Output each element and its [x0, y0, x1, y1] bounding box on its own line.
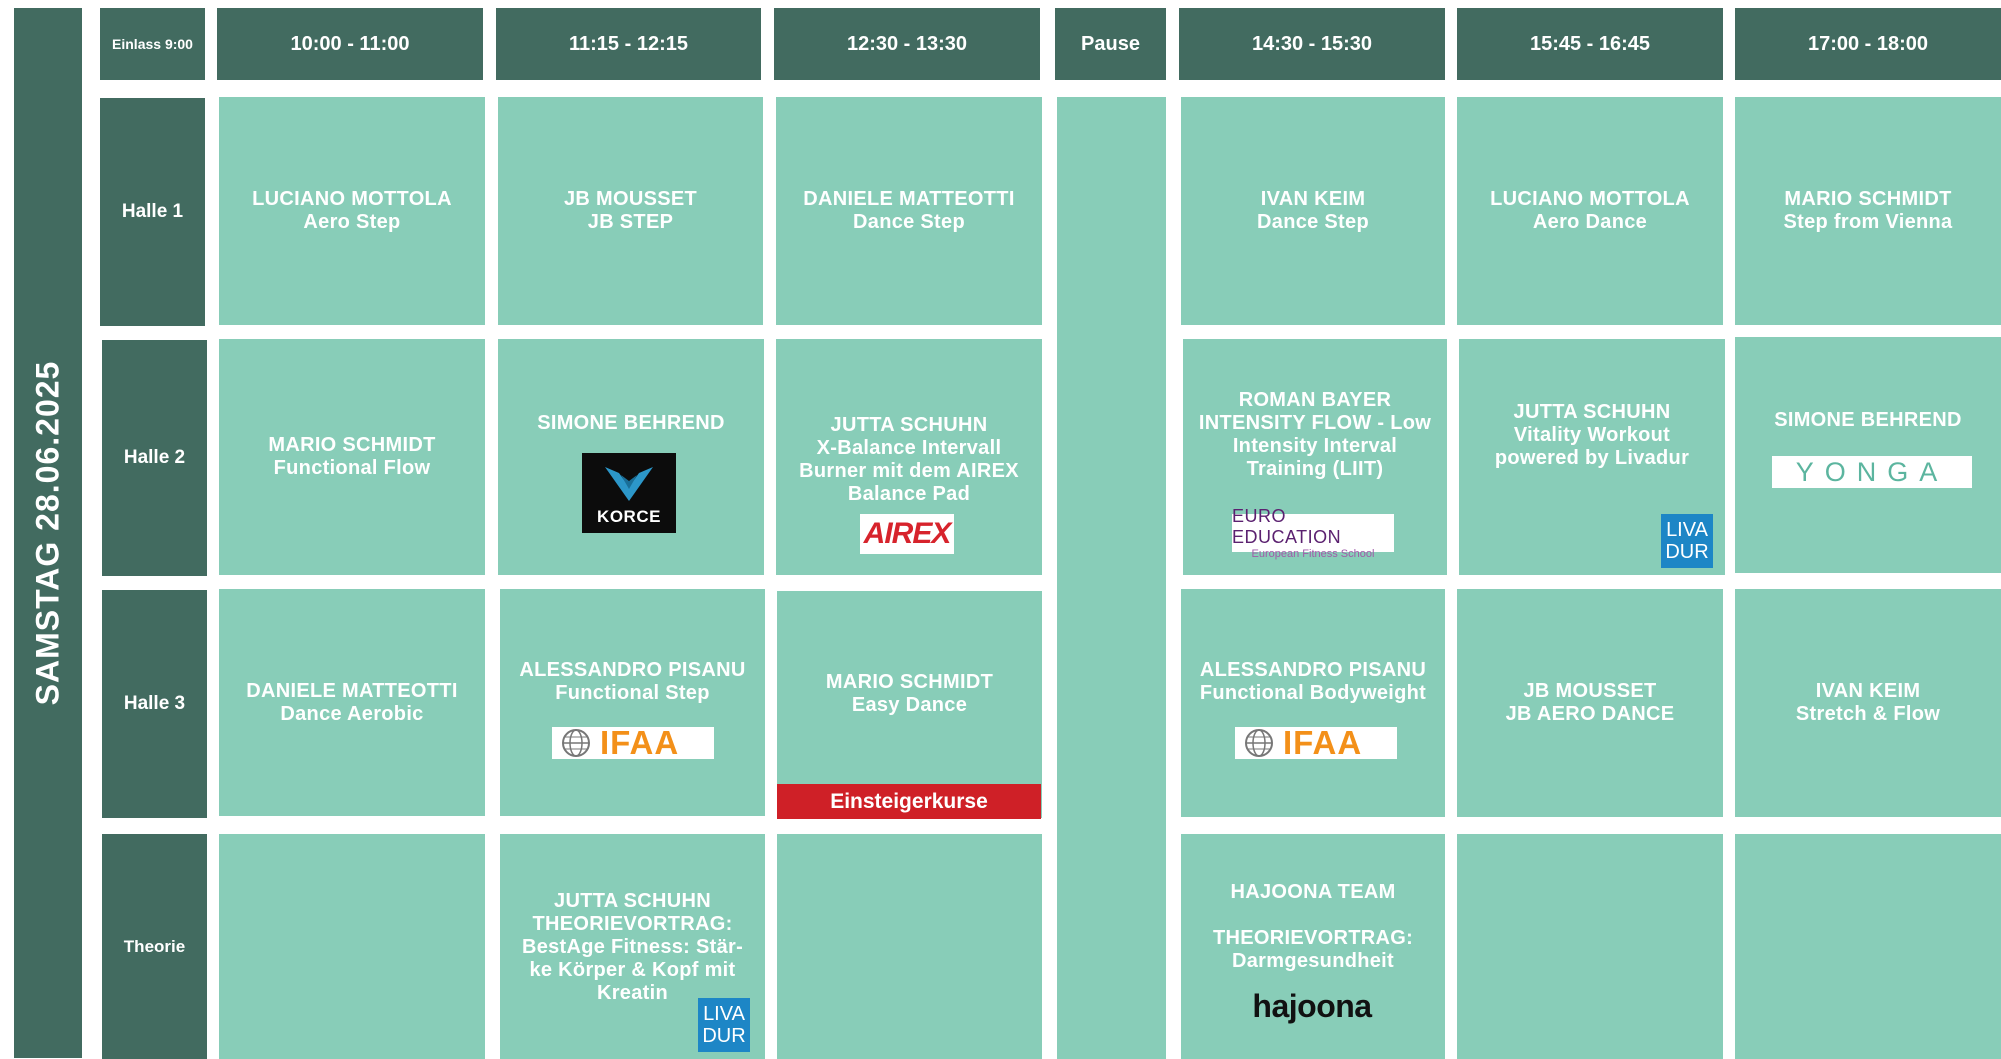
- session-title: Dance Step: [1257, 211, 1369, 233]
- hall-label-1: Halle 1: [100, 98, 205, 326]
- session-cell-empty: [1457, 834, 1723, 1059]
- session-cell[interactable]: DANIELE MATTEOTTI Dance Step: [776, 97, 1042, 325]
- session-cell[interactable]: IVAN KEIM Stretch & Flow: [1735, 589, 2001, 817]
- einsteigerkurse-badge: Einsteigerkurse: [777, 784, 1041, 819]
- time-header-4: 14:30 - 15:30: [1179, 8, 1445, 80]
- pause-header: Pause: [1055, 8, 1166, 80]
- session-cell-empty: [777, 834, 1042, 1059]
- session-title: Functional Flow: [273, 457, 431, 479]
- session-cell[interactable]: JB MOUSSET JB AERO DANCE: [1457, 589, 1723, 817]
- trainer-name: JB MOUSSET: [1523, 680, 1657, 702]
- time-header-6: 17:00 - 18:00: [1735, 8, 2001, 80]
- trainer-name: MARIO SCHMIDT: [1784, 188, 1952, 210]
- session-title: Dance Aerobic: [280, 702, 424, 725]
- trainer-name: JUTTA SCHUHN: [830, 414, 988, 436]
- trainer-name: ALESSANDRO PISANU: [1199, 659, 1427, 681]
- korce-wing-icon: [605, 467, 653, 501]
- session-title: Functional Step: [555, 682, 710, 704]
- session-title: THEORIEVORTRAG: Darmgesundheit: [1212, 927, 1414, 972]
- time-header-1: 10:00 - 11:00: [217, 8, 483, 80]
- livadur-logo: LIVA DUR: [698, 998, 750, 1052]
- session-title: X-Balance Intervall Burner mit dem AIREX…: [799, 437, 1019, 505]
- session-title: Easy Dance: [851, 694, 968, 716]
- trainer-name: MARIO SCHMIDT: [268, 434, 436, 456]
- ifaa-logo: IFAA: [1235, 724, 1397, 761]
- livadur-logo: LIVA DUR: [1661, 514, 1713, 568]
- time-header-5: 15:45 - 16:45: [1457, 8, 1723, 80]
- pause-column: [1057, 97, 1166, 1059]
- day-label: SAMSTAG 28.06.2025: [14, 8, 82, 1058]
- trainer-name: JUTTA SCHUHN: [554, 890, 711, 912]
- trainer-name: JB MOUSSET: [563, 188, 698, 210]
- session-title: INTENSITY FLOW - Low Intensity Interval …: [1198, 412, 1432, 480]
- session-title: Functional Bodyweight: [1199, 682, 1427, 704]
- session-title: Aero Step: [303, 211, 401, 233]
- trainer-name: JUTTA SCHUHN: [1513, 401, 1671, 423]
- trainer-name: SIMONE BEHREND: [1774, 409, 1962, 431]
- session-title: JB AERO DANCE: [1505, 703, 1675, 725]
- hall-label-3: Halle 3: [102, 590, 207, 818]
- trainer-name: SIMONE BEHREND: [537, 412, 725, 434]
- session-title: Aero Dance: [1532, 211, 1648, 233]
- session-title: Dance Step: [853, 211, 965, 233]
- session-cell[interactable]: ALESSANDRO PISANU Functional Bodyweight: [1181, 589, 1445, 817]
- time-header-3: 12:30 - 13:30: [774, 8, 1040, 80]
- trainer-name: HAJOONA TEAM: [1230, 881, 1396, 903]
- hall-label-theorie: Theorie: [102, 834, 207, 1059]
- trainer-name: ALESSANDRO PISANU: [519, 659, 746, 681]
- session-title: Stretch & Flow: [1795, 703, 1941, 725]
- trainer-name: DANIELE MATTEOTTI: [803, 188, 1015, 210]
- session-title: JB STEP: [587, 211, 674, 233]
- session-cell[interactable]: LUCIANO MOTTOLA Aero Dance: [1457, 97, 1723, 325]
- korce-logo: KORCE: [582, 453, 676, 533]
- session-cell[interactable]: MARIO SCHMIDT Functional Flow: [219, 339, 485, 575]
- session-title: THEORIEVORTRAG: BestAge Fitness: Stär-ke…: [521, 913, 744, 1004]
- session-title: Vitality Workout powered by Livadur: [1494, 424, 1690, 469]
- hall-label-2: Halle 2: [102, 340, 207, 576]
- euro-education-logo: EURO EDUCATION European Fitness School: [1232, 506, 1394, 560]
- time-header-2: 11:15 - 12:15: [496, 8, 761, 80]
- trainer-name: MARIO SCHMIDT: [825, 671, 994, 693]
- trainer-name: IVAN KEIM: [1815, 680, 1921, 702]
- session-title: Step from Vienna: [1783, 211, 1953, 233]
- trainer-name: DANIELE MATTEOTTI: [246, 679, 458, 702]
- session-cell[interactable]: MARIO SCHMIDT Step from Vienna: [1735, 97, 2001, 325]
- globe-icon: [562, 729, 590, 757]
- trainer-name: LUCIANO MOTTOLA: [252, 188, 452, 210]
- session-cell-empty: [1735, 834, 2001, 1059]
- hajoona-logo: hajoona: [1252, 987, 1372, 1024]
- session-cell[interactable]: ALESSANDRO PISANU Functional Step: [500, 589, 765, 816]
- entry-header: Einlass 9:00: [100, 8, 205, 80]
- globe-icon: [1245, 729, 1273, 757]
- session-cell[interactable]: JB MOUSSET JB STEP: [498, 97, 763, 325]
- session-cell-empty: [219, 834, 485, 1059]
- ifaa-logo: IFAA: [552, 724, 714, 761]
- trainer-name: IVAN KEIM: [1260, 188, 1366, 210]
- session-cell[interactable]: LUCIANO MOTTOLA Aero Step: [219, 97, 485, 325]
- trainer-name: ROMAN BAYER: [1238, 389, 1392, 411]
- airex-logo: AIREX: [860, 514, 954, 554]
- day-label-text: SAMSTAG 28.06.2025: [29, 360, 66, 706]
- yonga-logo: YONGA: [1772, 456, 1972, 488]
- trainer-name: LUCIANO MOTTOLA: [1490, 188, 1690, 210]
- session-cell[interactable]: DANIELE MATTEOTTI Dance Aerobic: [219, 589, 485, 816]
- session-cell[interactable]: IVAN KEIM Dance Step: [1181, 97, 1445, 325]
- session-cell[interactable]: SIMONE BEHREND: [1735, 337, 2001, 573]
